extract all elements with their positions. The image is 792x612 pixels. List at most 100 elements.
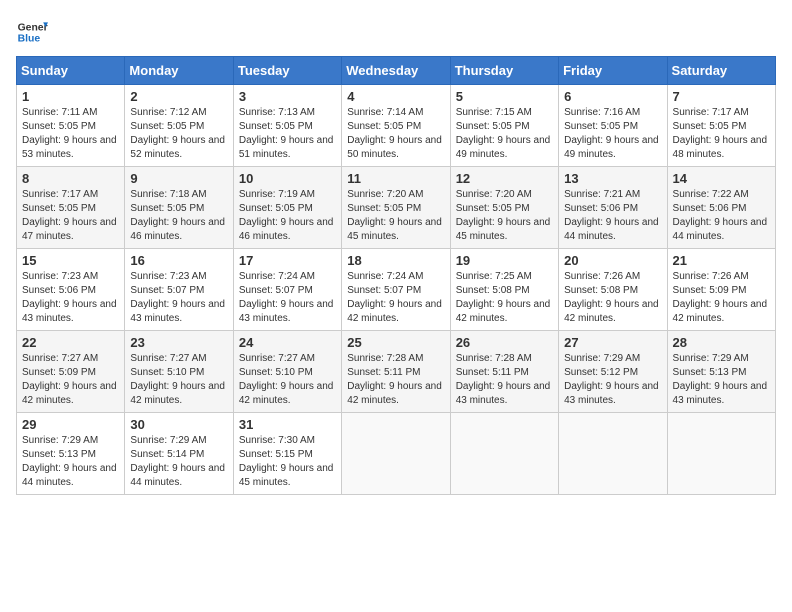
day-header-wednesday: Wednesday bbox=[342, 57, 450, 85]
calendar-week-row: 8Sunrise: 7:17 AM Sunset: 5:05 PM Daylig… bbox=[17, 167, 776, 249]
day-number: 31 bbox=[239, 417, 336, 432]
day-info: Sunrise: 7:21 AM Sunset: 5:06 PM Dayligh… bbox=[564, 188, 661, 244]
day-info: Sunrise: 7:17 AM Sunset: 5:05 PM Dayligh… bbox=[673, 106, 770, 162]
calendar-cell: 17 Sunrise: 7:24 AM Sunset: 5:07 PM Dayli… bbox=[233, 249, 341, 331]
day-number: 14 bbox=[673, 171, 770, 186]
day-number: 21 bbox=[673, 253, 770, 268]
calendar-cell: 28Sunrise: 7:29 AM Sunset: 5:13 PM Dayli… bbox=[667, 331, 775, 413]
logo: General Blue bbox=[16, 16, 48, 48]
calendar-cell: 7 Sunrise: 7:17 AM Sunset: 5:05 PM Daylig… bbox=[667, 85, 775, 167]
calendar-cell: 14 Sunrise: 7:22 AM Sunset: 5:06 PM Dayli… bbox=[667, 167, 775, 249]
calendar-cell: 13 Sunrise: 7:21 AM Sunset: 5:06 PM Dayli… bbox=[559, 167, 667, 249]
day-number: 16 bbox=[130, 253, 227, 268]
calendar-cell: 2 Sunrise: 7:12 AM Sunset: 5:05 PM Daylig… bbox=[125, 85, 233, 167]
day-number: 29 bbox=[22, 417, 119, 432]
day-info: Sunrise: 7:18 AM Sunset: 5:05 PM Dayligh… bbox=[130, 188, 227, 244]
day-number: 28 bbox=[673, 335, 770, 350]
calendar-cell: 22 Sunrise: 7:27 AM Sunset: 5:09 PM Dayli… bbox=[17, 331, 125, 413]
day-info: Sunrise: 7:29 AM Sunset: 5:12 PM Dayligh… bbox=[564, 352, 661, 408]
calendar-cell: 3Sunrise: 7:13 AM Sunset: 5:05 PM Daylig… bbox=[233, 85, 341, 167]
day-number: 4 bbox=[347, 89, 444, 104]
day-number: 19 bbox=[456, 253, 553, 268]
day-number: 26 bbox=[456, 335, 553, 350]
day-info: Sunrise: 7:13 AM Sunset: 5:05 PM Dayligh… bbox=[239, 106, 336, 162]
day-number: 9 bbox=[130, 171, 227, 186]
calendar-cell: 8Sunrise: 7:17 AM Sunset: 5:05 PM Daylig… bbox=[17, 167, 125, 249]
calendar-cell: 16 Sunrise: 7:23 AM Sunset: 5:07 PM Dayli… bbox=[125, 249, 233, 331]
calendar-cell: 27 Sunrise: 7:29 AM Sunset: 5:12 PM Dayli… bbox=[559, 331, 667, 413]
calendar-cell: 21 Sunrise: 7:26 AM Sunset: 5:09 PM Dayli… bbox=[667, 249, 775, 331]
day-number: 25 bbox=[347, 335, 444, 350]
calendar-cell bbox=[667, 413, 775, 495]
svg-text:General: General bbox=[18, 22, 48, 33]
day-info: Sunrise: 7:19 AM Sunset: 5:05 PM Dayligh… bbox=[239, 188, 336, 244]
day-number: 13 bbox=[564, 171, 661, 186]
day-info: Sunrise: 7:30 AM Sunset: 5:15 PM Dayligh… bbox=[239, 434, 336, 490]
day-number: 6 bbox=[564, 89, 661, 104]
day-info: Sunrise: 7:11 AM Sunset: 5:05 PM Dayligh… bbox=[22, 106, 119, 162]
calendar-cell: 4 Sunrise: 7:14 AM Sunset: 5:05 PM Daylig… bbox=[342, 85, 450, 167]
calendar-cell: 24Sunrise: 7:27 AM Sunset: 5:10 PM Dayli… bbox=[233, 331, 341, 413]
day-number: 20 bbox=[564, 253, 661, 268]
day-number: 24 bbox=[239, 335, 336, 350]
day-number: 7 bbox=[673, 89, 770, 104]
day-info: Sunrise: 7:20 AM Sunset: 5:05 PM Dayligh… bbox=[456, 188, 553, 244]
day-header-saturday: Saturday bbox=[667, 57, 775, 85]
day-info: Sunrise: 7:27 AM Sunset: 5:09 PM Dayligh… bbox=[22, 352, 119, 408]
day-info: Sunrise: 7:17 AM Sunset: 5:05 PM Dayligh… bbox=[22, 188, 119, 244]
calendar-table: SundayMondayTuesdayWednesdayThursdayFrid… bbox=[16, 56, 776, 495]
day-info: Sunrise: 7:29 AM Sunset: 5:13 PM Dayligh… bbox=[22, 434, 119, 490]
day-number: 5 bbox=[456, 89, 553, 104]
day-number: 12 bbox=[456, 171, 553, 186]
day-number: 10 bbox=[239, 171, 336, 186]
day-header-thursday: Thursday bbox=[450, 57, 558, 85]
day-number: 27 bbox=[564, 335, 661, 350]
day-number: 11 bbox=[347, 171, 444, 186]
calendar-cell bbox=[342, 413, 450, 495]
calendar-cell: 30 Sunrise: 7:29 AM Sunset: 5:14 PM Dayli… bbox=[125, 413, 233, 495]
calendar-cell: 18Sunrise: 7:24 AM Sunset: 5:07 PM Dayli… bbox=[342, 249, 450, 331]
day-info: Sunrise: 7:14 AM Sunset: 5:05 PM Dayligh… bbox=[347, 106, 444, 162]
calendar-week-row: 22 Sunrise: 7:27 AM Sunset: 5:09 PM Dayli… bbox=[17, 331, 776, 413]
calendar-cell: 31 Sunrise: 7:30 AM Sunset: 5:15 PM Dayli… bbox=[233, 413, 341, 495]
calendar-cell: 10 Sunrise: 7:19 AM Sunset: 5:05 PM Dayli… bbox=[233, 167, 341, 249]
day-info: Sunrise: 7:29 AM Sunset: 5:14 PM Dayligh… bbox=[130, 434, 227, 490]
calendar-cell: 23Sunrise: 7:27 AM Sunset: 5:10 PM Dayli… bbox=[125, 331, 233, 413]
calendar-cell: 20 Sunrise: 7:26 AM Sunset: 5:08 PM Dayli… bbox=[559, 249, 667, 331]
calendar-week-row: 15Sunrise: 7:23 AM Sunset: 5:06 PM Dayli… bbox=[17, 249, 776, 331]
calendar-cell: 25Sunrise: 7:28 AM Sunset: 5:11 PM Dayli… bbox=[342, 331, 450, 413]
calendar-cell: 6 Sunrise: 7:16 AM Sunset: 5:05 PM Daylig… bbox=[559, 85, 667, 167]
day-number: 18 bbox=[347, 253, 444, 268]
page-header: General Blue bbox=[16, 16, 776, 48]
day-info: Sunrise: 7:25 AM Sunset: 5:08 PM Dayligh… bbox=[456, 270, 553, 326]
day-number: 2 bbox=[130, 89, 227, 104]
day-info: Sunrise: 7:26 AM Sunset: 5:09 PM Dayligh… bbox=[673, 270, 770, 326]
day-info: Sunrise: 7:20 AM Sunset: 5:05 PM Dayligh… bbox=[347, 188, 444, 244]
logo-icon: General Blue bbox=[16, 16, 48, 48]
day-number: 30 bbox=[130, 417, 227, 432]
day-info: Sunrise: 7:26 AM Sunset: 5:08 PM Dayligh… bbox=[564, 270, 661, 326]
day-info: Sunrise: 7:12 AM Sunset: 5:05 PM Dayligh… bbox=[130, 106, 227, 162]
calendar-cell: 9 Sunrise: 7:18 AM Sunset: 5:05 PM Daylig… bbox=[125, 167, 233, 249]
day-info: Sunrise: 7:22 AM Sunset: 5:06 PM Dayligh… bbox=[673, 188, 770, 244]
day-info: Sunrise: 7:16 AM Sunset: 5:05 PM Dayligh… bbox=[564, 106, 661, 162]
svg-text:Blue: Blue bbox=[18, 34, 41, 45]
calendar-cell: 11 Sunrise: 7:20 AM Sunset: 5:05 PM Dayli… bbox=[342, 167, 450, 249]
day-number: 15 bbox=[22, 253, 119, 268]
day-number: 23 bbox=[130, 335, 227, 350]
calendar-cell: 26Sunrise: 7:28 AM Sunset: 5:11 PM Dayli… bbox=[450, 331, 558, 413]
calendar-cell: 15Sunrise: 7:23 AM Sunset: 5:06 PM Dayli… bbox=[17, 249, 125, 331]
day-header-friday: Friday bbox=[559, 57, 667, 85]
day-number: 1 bbox=[22, 89, 119, 104]
calendar-cell: 29 Sunrise: 7:29 AM Sunset: 5:13 PM Dayli… bbox=[17, 413, 125, 495]
calendar-cell: 1 Sunrise: 7:11 AM Sunset: 5:05 PM Daylig… bbox=[17, 85, 125, 167]
day-header-monday: Monday bbox=[125, 57, 233, 85]
day-number: 17 bbox=[239, 253, 336, 268]
day-header-tuesday: Tuesday bbox=[233, 57, 341, 85]
day-number: 22 bbox=[22, 335, 119, 350]
calendar-cell bbox=[559, 413, 667, 495]
day-info: Sunrise: 7:23 AM Sunset: 5:07 PM Dayligh… bbox=[130, 270, 227, 326]
day-info: Sunrise: 7:24 AM Sunset: 5:07 PM Dayligh… bbox=[239, 270, 336, 326]
calendar-week-row: 1 Sunrise: 7:11 AM Sunset: 5:05 PM Daylig… bbox=[17, 85, 776, 167]
calendar-week-row: 29 Sunrise: 7:29 AM Sunset: 5:13 PM Dayli… bbox=[17, 413, 776, 495]
